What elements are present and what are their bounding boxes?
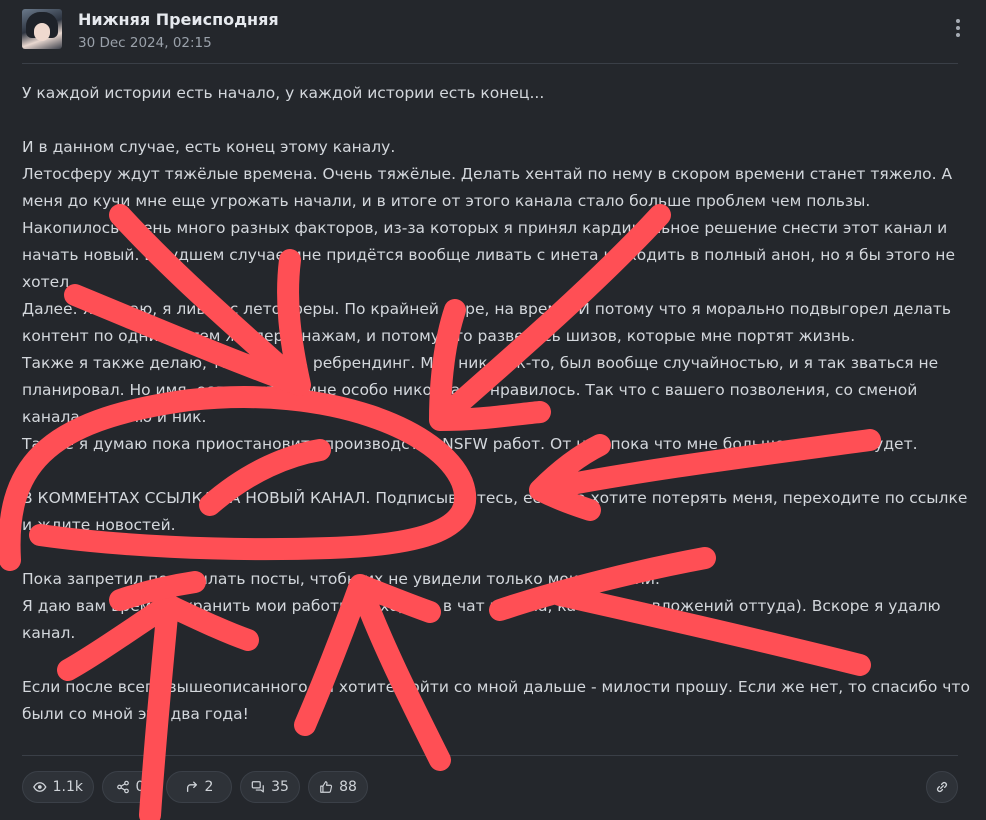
post-paragraph: Далее. Я думаю, я ливну с летосферы. По … xyxy=(22,300,952,345)
post-paragraph: И в данном случае, есть конец этому кана… xyxy=(22,138,396,156)
views-counter: 1.1k xyxy=(22,771,94,803)
forwards-count: 2 xyxy=(204,779,214,795)
post-paragraph: Летосферу ждут тяжёлые времена. Очень тя… xyxy=(22,165,953,210)
post-header: Нижняя Преисподняя 30 Dec 2024, 02:15 xyxy=(22,9,964,55)
post-text: У каждой истории есть начало, у каждой и… xyxy=(22,80,972,728)
channel-name[interactable]: Нижняя Преисподняя xyxy=(78,10,279,29)
share-icon xyxy=(116,780,129,794)
thumbs-up-icon xyxy=(320,781,333,793)
views-count: 1.1k xyxy=(52,779,83,795)
footer-divider xyxy=(22,755,958,756)
post-paragraph: В КОММЕНТАХ ССЫЛКА НА НОВЫЙ КАНАЛ. Подпи… xyxy=(22,489,968,534)
channel-avatar[interactable] xyxy=(22,9,62,49)
comments-icon xyxy=(251,781,264,793)
post-date: 30 Dec 2024, 02:15 xyxy=(78,35,212,51)
post-paragraph: Если после всего вышеописанного вы хотит… xyxy=(22,678,970,723)
more-vertical-icon[interactable] xyxy=(952,19,964,43)
post-paragraph: У каждой истории есть начало, у каждой и… xyxy=(22,84,545,102)
forward-icon xyxy=(186,781,197,793)
header-divider xyxy=(22,63,958,64)
like-button[interactable]: 88 xyxy=(308,771,368,803)
avatar-face xyxy=(34,23,50,41)
post-paragraph: Накопилось очень много разных факторов, … xyxy=(22,219,955,291)
post-paragraph: Я даю вам время сохранить мои работы (за… xyxy=(22,597,941,642)
eye-icon xyxy=(33,782,47,792)
post-footer: 1.1k 0 2 35 88 xyxy=(22,771,958,805)
comments-button[interactable]: 35 xyxy=(240,771,300,803)
post-paragraph: Также я думаю пока приостановить произво… xyxy=(22,435,918,453)
telegram-post: Нижняя Преисподняя 30 Dec 2024, 02:15 У … xyxy=(0,0,986,820)
shares-count: 0 xyxy=(135,779,145,795)
post-paragraph: Также я также делаю, так сказать ребренд… xyxy=(22,354,939,426)
forward-button[interactable]: 2 xyxy=(166,771,232,803)
likes-count: 88 xyxy=(339,779,357,795)
copy-link-button[interactable] xyxy=(926,771,958,803)
comments-count: 35 xyxy=(271,779,289,795)
post-paragraph: Пока запретил пересылать посты, чтобы их… xyxy=(22,570,660,588)
link-icon xyxy=(937,782,947,792)
share-button[interactable]: 0 xyxy=(102,771,158,803)
